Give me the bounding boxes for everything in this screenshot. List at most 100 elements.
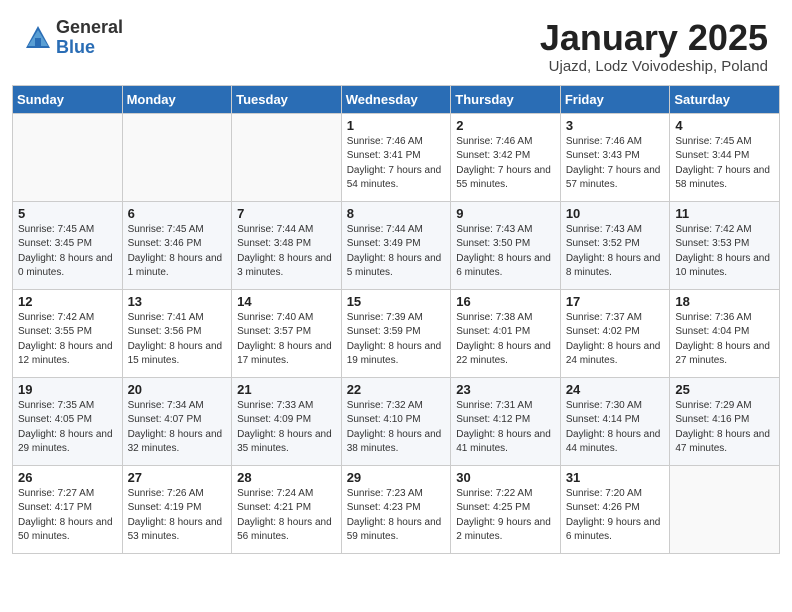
day-info: Sunrise: 7:45 AM Sunset: 3:44 PM Dayligh…	[675, 135, 774, 193]
day-info: Sunrise: 7:27 AM Sunset: 4:17 PM Dayligh…	[18, 487, 117, 545]
calendar-cell: 27Sunrise: 7:26 AM Sunset: 4:19 PM Dayli…	[122, 465, 232, 553]
calendar-cell: 13Sunrise: 7:41 AM Sunset: 3:56 PM Dayli…	[122, 289, 232, 377]
logo: General Blue	[24, 18, 123, 58]
day-number: 20	[128, 382, 227, 397]
day-of-week-header: Sunday	[13, 85, 123, 113]
calendar-cell	[122, 113, 232, 201]
day-number: 8	[347, 206, 446, 221]
day-info: Sunrise: 7:42 AM Sunset: 3:55 PM Dayligh…	[18, 311, 117, 369]
calendar-cell: 23 Sunrise: 7:31 AM Sunset: 4:12 PM Dayli…	[451, 377, 561, 465]
day-info: Sunrise: 7:24 AM Sunset: 4:21 PM Dayligh…	[237, 487, 336, 545]
logo-text: General Blue	[56, 18, 123, 58]
day-info: Sunrise: 7:40 AM Sunset: 3:57 PM Dayligh…	[237, 311, 336, 369]
day-info: Sunrise: 7:46 AM Sunset: 3:41 PM Dayligh…	[347, 135, 446, 193]
day-number: 28	[237, 470, 336, 485]
calendar-cell: 18Sunrise: 7:36 AM Sunset: 4:04 PM Dayli…	[670, 289, 780, 377]
calendar-cell: 6 Sunrise: 7:45 AM Sunset: 3:46 PM Daylig…	[122, 201, 232, 289]
month-title: January 2025	[540, 18, 768, 58]
location-subtitle: Ujazd, Lodz Voivodeship, Poland	[540, 58, 768, 75]
day-of-week-header: Thursday	[451, 85, 561, 113]
calendar-week-row: 1 Sunrise: 7:46 AM Sunset: 3:41 PM Daylig…	[13, 113, 780, 201]
day-info: Sunrise: 7:35 AM Sunset: 4:05 PM Dayligh…	[18, 399, 117, 457]
day-of-week-header: Saturday	[670, 85, 780, 113]
calendar-table: SundayMondayTuesdayWednesdayThursdayFrid…	[12, 85, 780, 554]
day-number: 14	[237, 294, 336, 309]
calendar-cell: 26Sunrise: 7:27 AM Sunset: 4:17 PM Dayli…	[13, 465, 123, 553]
calendar-cell: 10 Sunrise: 7:43 AM Sunset: 3:52 PM Dayli…	[560, 201, 670, 289]
day-number: 23	[456, 382, 555, 397]
calendar-cell: 30Sunrise: 7:22 AM Sunset: 4:25 PM Dayli…	[451, 465, 561, 553]
calendar-cell: 14 Sunrise: 7:40 AM Sunset: 3:57 PM Dayli…	[232, 289, 342, 377]
day-info: Sunrise: 7:43 AM Sunset: 3:52 PM Dayligh…	[566, 223, 665, 281]
day-number: 24	[566, 382, 665, 397]
day-number: 30	[456, 470, 555, 485]
day-info: Sunrise: 7:44 AM Sunset: 3:48 PM Dayligh…	[237, 223, 336, 281]
calendar-week-row: 19 Sunrise: 7:35 AM Sunset: 4:05 PM Dayli…	[13, 377, 780, 465]
day-number: 22	[347, 382, 446, 397]
day-number: 15	[347, 294, 446, 309]
calendar-cell: 2 Sunrise: 7:46 AM Sunset: 3:42 PM Daylig…	[451, 113, 561, 201]
day-info: Sunrise: 7:38 AM Sunset: 4:01 PM Dayligh…	[456, 311, 555, 369]
day-number: 21	[237, 382, 336, 397]
calendar-cell: 31Sunrise: 7:20 AM Sunset: 4:26 PM Dayli…	[560, 465, 670, 553]
day-number: 16	[456, 294, 555, 309]
day-number: 19	[18, 382, 117, 397]
day-of-week-header: Friday	[560, 85, 670, 113]
day-number: 18	[675, 294, 774, 309]
calendar-cell: 5 Sunrise: 7:45 AM Sunset: 3:45 PM Daylig…	[13, 201, 123, 289]
day-info: Sunrise: 7:46 AM Sunset: 3:42 PM Dayligh…	[456, 135, 555, 193]
day-number: 10	[566, 206, 665, 221]
day-of-week-header: Wednesday	[341, 85, 451, 113]
day-number: 7	[237, 206, 336, 221]
logo-blue: Blue	[56, 38, 123, 58]
day-info: Sunrise: 7:23 AM Sunset: 4:23 PM Dayligh…	[347, 487, 446, 545]
day-info: Sunrise: 7:44 AM Sunset: 3:49 PM Dayligh…	[347, 223, 446, 281]
day-info: Sunrise: 7:32 AM Sunset: 4:10 PM Dayligh…	[347, 399, 446, 457]
day-info: Sunrise: 7:42 AM Sunset: 3:53 PM Dayligh…	[675, 223, 774, 281]
logo-icon	[24, 24, 52, 52]
calendar-cell: 20 Sunrise: 7:34 AM Sunset: 4:07 PM Dayli…	[122, 377, 232, 465]
calendar-cell: 8 Sunrise: 7:44 AM Sunset: 3:49 PM Daylig…	[341, 201, 451, 289]
day-info: Sunrise: 7:43 AM Sunset: 3:50 PM Dayligh…	[456, 223, 555, 281]
day-number: 6	[128, 206, 227, 221]
calendar-cell: 15 Sunrise: 7:39 AM Sunset: 3:59 PM Dayli…	[341, 289, 451, 377]
calendar-cell: 22 Sunrise: 7:32 AM Sunset: 4:10 PM Dayli…	[341, 377, 451, 465]
day-info: Sunrise: 7:45 AM Sunset: 3:46 PM Dayligh…	[128, 223, 227, 281]
day-of-week-header: Tuesday	[232, 85, 342, 113]
logo-general: General	[56, 18, 123, 38]
calendar-cell	[232, 113, 342, 201]
day-number: 3	[566, 118, 665, 133]
calendar-cell: 7 Sunrise: 7:44 AM Sunset: 3:48 PM Daylig…	[232, 201, 342, 289]
calendar-cell: 16 Sunrise: 7:38 AM Sunset: 4:01 PM Dayli…	[451, 289, 561, 377]
calendar-cell: 4Sunrise: 7:45 AM Sunset: 3:44 PM Daylig…	[670, 113, 780, 201]
title-area: January 2025 Ujazd, Lodz Voivodeship, Po…	[540, 18, 768, 75]
day-number: 2	[456, 118, 555, 133]
day-info: Sunrise: 7:30 AM Sunset: 4:14 PM Dayligh…	[566, 399, 665, 457]
calendar-cell: 24 Sunrise: 7:30 AM Sunset: 4:14 PM Dayli…	[560, 377, 670, 465]
calendar-week-row: 12Sunrise: 7:42 AM Sunset: 3:55 PM Dayli…	[13, 289, 780, 377]
day-number: 25	[675, 382, 774, 397]
calendar-cell	[670, 465, 780, 553]
calendar-cell	[13, 113, 123, 201]
calendar-wrapper: SundayMondayTuesdayWednesdayThursdayFrid…	[0, 85, 792, 566]
day-number: 5	[18, 206, 117, 221]
day-info: Sunrise: 7:26 AM Sunset: 4:19 PM Dayligh…	[128, 487, 227, 545]
day-info: Sunrise: 7:33 AM Sunset: 4:09 PM Dayligh…	[237, 399, 336, 457]
calendar-cell: 3Sunrise: 7:46 AM Sunset: 3:43 PM Daylig…	[560, 113, 670, 201]
calendar-cell: 28 Sunrise: 7:24 AM Sunset: 4:21 PM Dayli…	[232, 465, 342, 553]
calendar-cell: 9 Sunrise: 7:43 AM Sunset: 3:50 PM Daylig…	[451, 201, 561, 289]
calendar-cell: 17Sunrise: 7:37 AM Sunset: 4:02 PM Dayli…	[560, 289, 670, 377]
day-info: Sunrise: 7:45 AM Sunset: 3:45 PM Dayligh…	[18, 223, 117, 281]
page-container: General Blue January 2025 Ujazd, Lodz Vo…	[0, 0, 792, 566]
day-number: 9	[456, 206, 555, 221]
day-number: 1	[347, 118, 446, 133]
calendar-cell: 21 Sunrise: 7:33 AM Sunset: 4:09 PM Dayli…	[232, 377, 342, 465]
calendar-cell: 12Sunrise: 7:42 AM Sunset: 3:55 PM Dayli…	[13, 289, 123, 377]
calendar-header-row: SundayMondayTuesdayWednesdayThursdayFrid…	[13, 85, 780, 113]
day-info: Sunrise: 7:39 AM Sunset: 3:59 PM Dayligh…	[347, 311, 446, 369]
calendar-cell: 29Sunrise: 7:23 AM Sunset: 4:23 PM Dayli…	[341, 465, 451, 553]
day-info: Sunrise: 7:34 AM Sunset: 4:07 PM Dayligh…	[128, 399, 227, 457]
day-info: Sunrise: 7:31 AM Sunset: 4:12 PM Dayligh…	[456, 399, 555, 457]
day-number: 31	[566, 470, 665, 485]
day-number: 13	[128, 294, 227, 309]
